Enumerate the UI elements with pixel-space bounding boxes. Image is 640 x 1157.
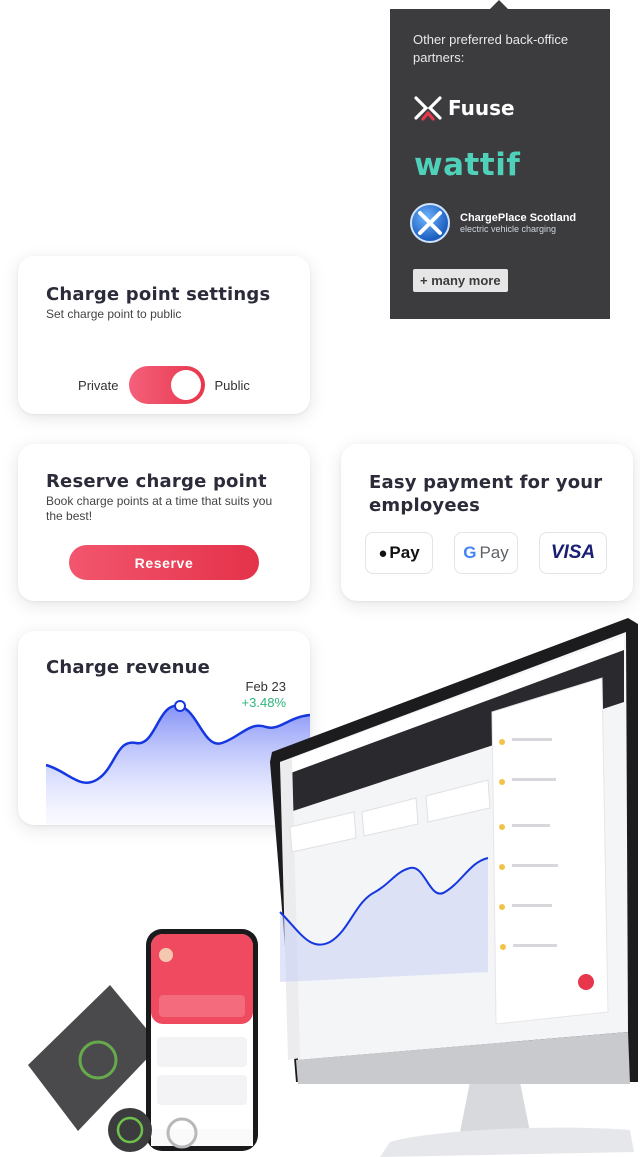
charge-settings-title: Charge point settings — [46, 284, 271, 305]
visibility-toggle-row: Private Public — [18, 366, 310, 404]
chargeplace-scotland-logo: ChargePlace Scotland electric vehicle ch… — [410, 203, 576, 243]
google-pay-label: Pay — [479, 543, 509, 562]
charge-settings-card: Charge point settings Set charge point t… — [18, 256, 310, 414]
fuuse-logo: Fuuse — [414, 95, 515, 121]
apple-icon: ● — [378, 544, 388, 562]
partners-panel: Other preferred back-office partners: Fu… — [390, 0, 610, 319]
reserve-title: Reserve charge point — [46, 471, 267, 492]
google-g-icon: G — [463, 543, 477, 562]
payment-card: Easy payment for your employees ● Pay G … — [341, 444, 633, 601]
cps-name: ChargePlace Scotland — [460, 212, 577, 224]
apple-pay-label: Pay — [389, 543, 420, 562]
fuuse-icon — [414, 96, 442, 121]
many-more-badge: + many more — [413, 269, 508, 292]
charge-settings-subtitle: Set charge point to public — [46, 307, 182, 321]
revenue-marker — [174, 700, 186, 712]
reserve-subtitle: Book charge points at a time that suits … — [46, 494, 273, 523]
visa-badge: VISA — [539, 532, 607, 574]
reserve-button[interactable]: Reserve — [69, 545, 259, 580]
payment-title: Easy payment for your employees — [369, 472, 603, 516]
desktop-monitor-illustration — [270, 618, 638, 1157]
toggle-knob — [170, 370, 201, 400]
toggle-public-label: Public — [214, 377, 250, 393]
panel-notch — [490, 0, 508, 9]
fuuse-name: Fuuse — [448, 96, 515, 120]
reserve-card: Reserve charge point Book charge points … — [18, 444, 310, 601]
toggle-private-label: Private — [78, 377, 119, 393]
chargeplace-globe-icon — [410, 203, 450, 243]
partners-intro: Other preferred back-office partners: — [413, 32, 569, 65]
wattif-logo: wattif — [414, 147, 521, 183]
payment-methods: ● Pay G Pay VISA — [365, 532, 607, 574]
apple-pay-badge: ● Pay — [365, 532, 433, 574]
cps-tagline: electric vehicle charging — [460, 224, 557, 234]
google-pay-badge: G Pay — [454, 532, 518, 574]
public-toggle-switch[interactable] — [128, 366, 205, 404]
phone-and-card-illustration — [28, 929, 258, 1152]
